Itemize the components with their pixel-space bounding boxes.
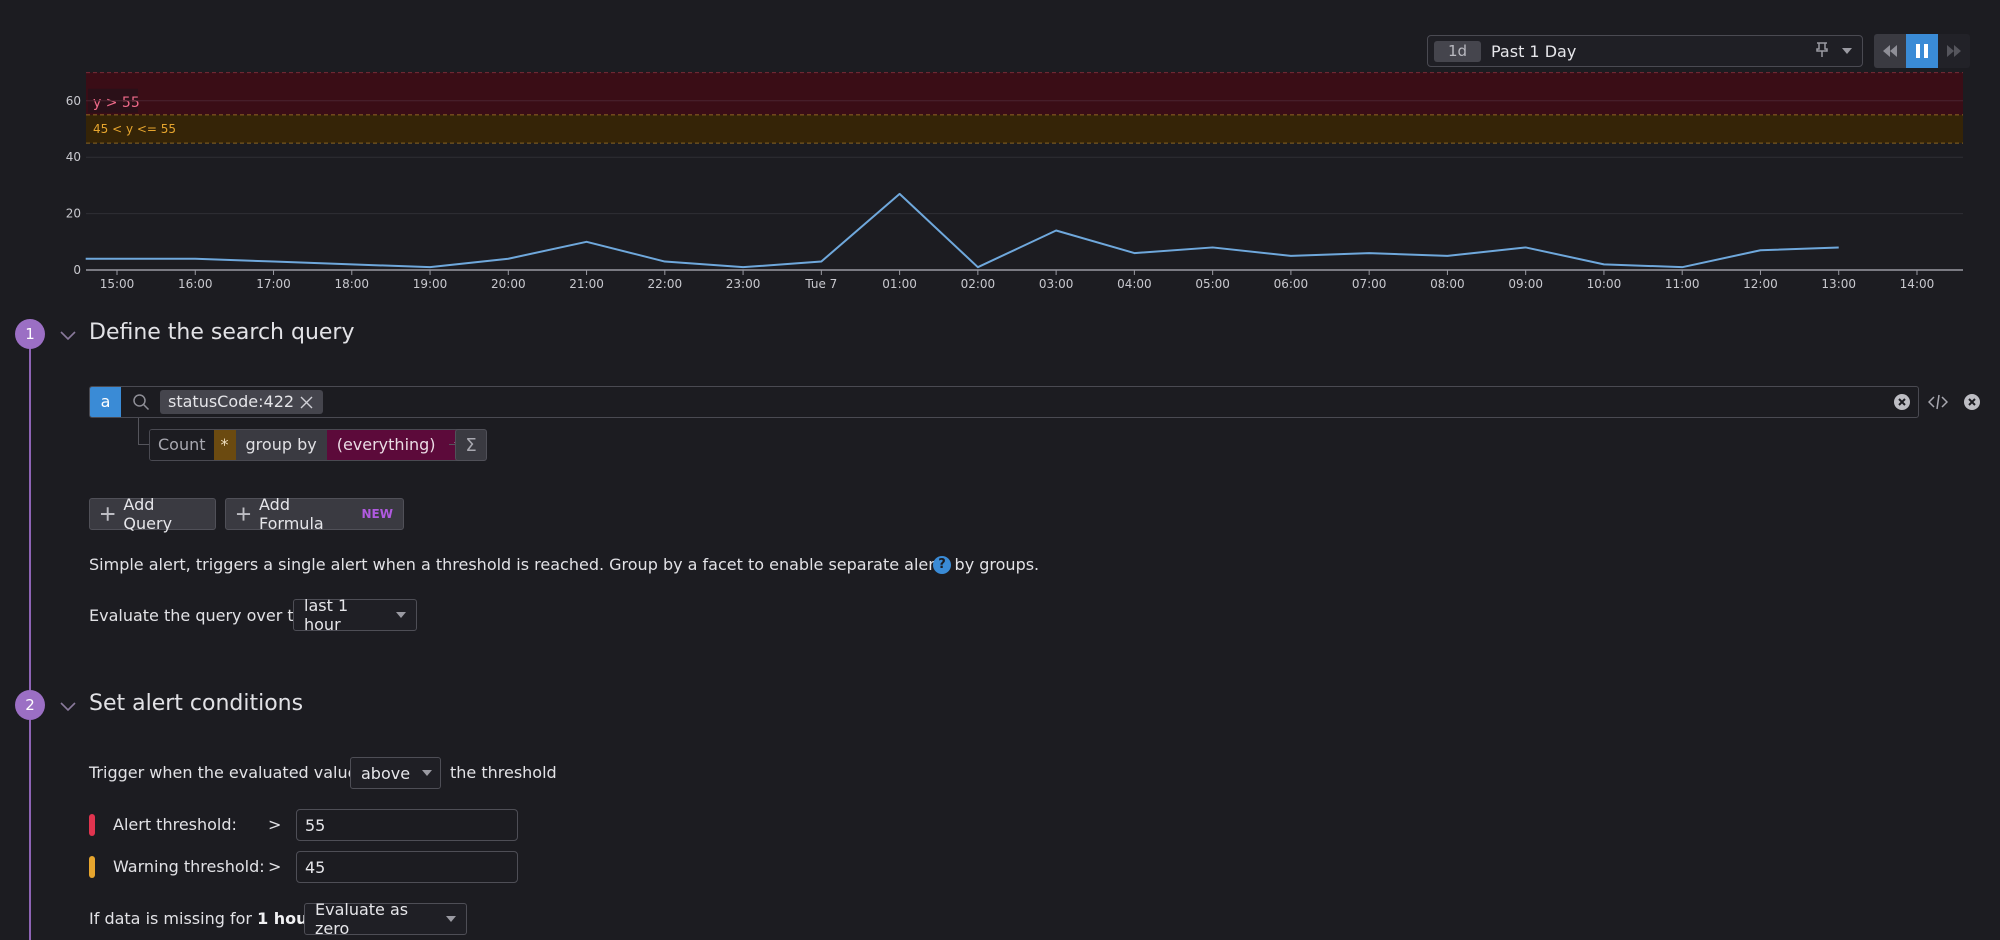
step-connector — [29, 348, 31, 690]
x-tick-label: 17:00 — [256, 277, 291, 291]
group-by-label: group by — [235, 430, 327, 460]
step-1-title: Define the search query — [89, 320, 355, 345]
plus-icon — [236, 507, 251, 521]
evaluate-label: Evaluate the query over the — [89, 606, 314, 625]
code-icon[interactable] — [1927, 393, 1949, 415]
x-tick-label: 18:00 — [334, 277, 369, 291]
x-tick-label: 01:00 — [882, 277, 917, 291]
step-2-number: 2 — [15, 690, 45, 720]
add-formula-button[interactable]: Add Formula NEW — [225, 495, 404, 533]
missing-data-value: Evaluate as zero — [315, 900, 409, 938]
missing-data-prefix: If data is missing for — [89, 909, 252, 928]
step-2-title: Set alert conditions — [89, 691, 304, 716]
chevron-down-icon[interactable] — [60, 326, 76, 345]
x-tick-label: 08:00 — [1430, 277, 1465, 291]
add-query-label: Add Query — [123, 495, 173, 533]
x-tick-label: 04:00 — [1117, 277, 1152, 291]
x-tick-label: 14:00 — [1900, 277, 1935, 291]
alert-color-indicator — [89, 814, 95, 836]
chevron-down-icon — [422, 770, 433, 776]
warning-operator: > — [268, 857, 282, 876]
x-tick-label: Tue 7 — [804, 277, 837, 291]
x-tick-label: 16:00 — [178, 277, 213, 291]
clear-icon[interactable] — [1893, 393, 1911, 415]
query-connector — [138, 444, 149, 445]
time-range-label: Past 1 Day — [1491, 42, 1577, 61]
x-tick-label: 10:00 — [1587, 277, 1622, 291]
warning-threshold-label: Warning threshold: — [113, 857, 265, 876]
search-icon — [132, 393, 150, 415]
x-tick-label: 19:00 — [413, 277, 448, 291]
alert-threshold-label: Alert threshold: — [113, 815, 237, 834]
missing-data-select[interactable]: Evaluate as zero — [304, 900, 467, 938]
trigger-condition-select[interactable]: above — [350, 757, 441, 789]
trigger-suffix: the threshold — [450, 763, 557, 782]
x-tick-label: 23:00 — [726, 277, 761, 291]
plus-icon — [100, 507, 115, 521]
search-tag[interactable]: statusCode:422 — [160, 390, 324, 414]
warning-color-indicator — [89, 856, 95, 878]
step-connector — [29, 720, 31, 940]
y-tick-label: 0 — [73, 263, 81, 277]
y-tick-label: 40 — [66, 150, 81, 164]
threshold-band — [86, 72, 1963, 115]
fast-forward-icon — [1947, 45, 1961, 57]
x-tick-label: 03:00 — [1039, 277, 1074, 291]
x-tick-label: 06:00 — [1274, 277, 1309, 291]
simple-alert-text: Simple alert, triggers a single alert wh… — [89, 555, 1040, 574]
trigger-prefix: Trigger when the evaluated value is — [89, 763, 376, 782]
x-tick-label: 20:00 — [491, 277, 526, 291]
query-letter: a — [90, 387, 121, 417]
threshold-label: y > 55 — [93, 95, 140, 111]
remove-query-icon[interactable] — [1963, 393, 1981, 415]
threshold-band — [86, 114, 1963, 144]
group-by-select[interactable]: (everything) — [326, 430, 474, 460]
pin-icon[interactable] — [1815, 42, 1829, 62]
series-line — [85, 192, 1839, 269]
threshold-label: 45 < y <= 55 — [93, 122, 176, 136]
missing-data-label: If data is missing for 1 hour — [89, 909, 315, 928]
add-formula-label: Add Formula — [259, 495, 324, 533]
help-icon[interactable]: ? — [933, 556, 951, 574]
group-by-value: (everything) — [336, 435, 436, 454]
measure-select[interactable]: Count — [150, 430, 214, 460]
x-tick-label: 15:00 — [100, 277, 135, 291]
y-tick-label: 60 — [66, 94, 81, 108]
chevron-down-icon[interactable] — [1842, 48, 1852, 54]
timeseries-chart: y > 55 45 < y <= 55 0 20 40 60 15:00 16:00 17:00… — [66, 72, 1963, 291]
x-tick-label: 09:00 — [1508, 277, 1543, 291]
x-tick-label: 07:00 — [1352, 277, 1387, 291]
x-tick-label: 12:00 — [1743, 277, 1778, 291]
sigma-function-button[interactable]: Σ — [455, 429, 487, 461]
trigger-condition-value: above — [361, 763, 411, 783]
new-badge: NEW — [361, 507, 393, 521]
y-tick-label: 20 — [66, 207, 81, 221]
evaluation-window-select[interactable]: last 1 hour — [293, 596, 417, 634]
close-icon[interactable] — [300, 396, 313, 409]
query-connector — [138, 418, 139, 445]
x-tick-label: 02:00 — [961, 277, 996, 291]
field-select[interactable]: * — [213, 430, 236, 460]
x-tick-label: 05:00 — [1195, 277, 1230, 291]
add-query-button[interactable]: Add Query — [89, 495, 216, 533]
x-tick-label: 22:00 — [648, 277, 683, 291]
time-range-badge: 1d — [1434, 41, 1481, 62]
chevron-down-icon — [396, 612, 406, 618]
search-tag-label: statusCode:422 — [168, 392, 295, 411]
evaluation-window-value: last 1 hour — [304, 596, 349, 634]
alert-operator: > — [268, 815, 282, 834]
aggregation-row: Count * group by (everything) — [149, 429, 475, 461]
chevron-down-icon[interactable] — [60, 697, 76, 716]
x-tick-label: 13:00 — [1821, 277, 1856, 291]
alert-threshold-input[interactable] — [296, 809, 518, 841]
chevron-down-icon — [446, 916, 456, 922]
x-tick-label: 21:00 — [569, 277, 604, 291]
search-query-input[interactable]: a statusCode:422 — [89, 386, 1919, 418]
x-tick-label: 11:00 — [1665, 277, 1700, 291]
rewind-icon — [1883, 45, 1897, 57]
pause-icon — [1916, 44, 1928, 58]
step-1-number: 1 — [15, 319, 45, 349]
warning-threshold-input[interactable] — [296, 851, 518, 883]
